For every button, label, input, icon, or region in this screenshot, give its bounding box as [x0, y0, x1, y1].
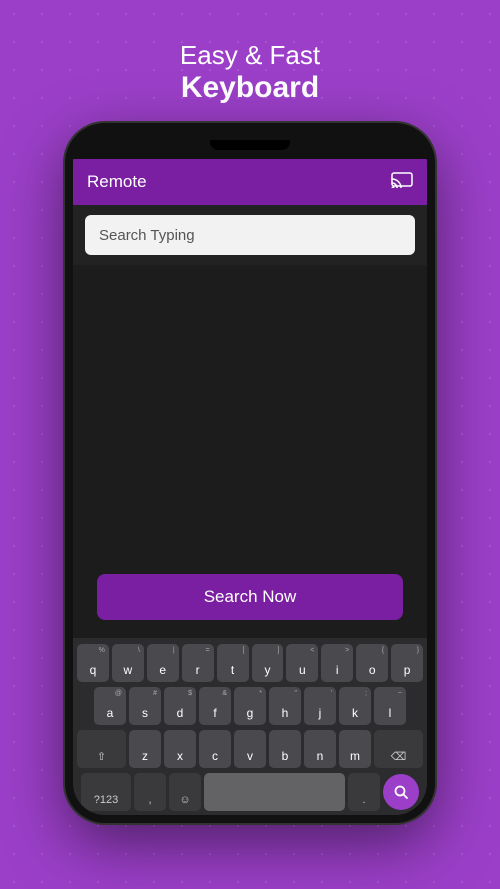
key-d[interactable]: $d: [164, 687, 196, 725]
key-comma[interactable]: ,: [134, 773, 166, 811]
keyboard-row-bottom: ?123 , ☺ .: [77, 773, 423, 811]
search-bar-area: Search Typing: [73, 205, 427, 265]
search-now-button[interactable]: Search Now: [97, 574, 403, 620]
app-bar-title: Remote: [87, 172, 147, 192]
key-z[interactable]: z: [129, 730, 161, 768]
key-period[interactable]: .: [348, 773, 380, 811]
key-search[interactable]: [383, 774, 419, 810]
main-content: [73, 265, 427, 574]
key-x[interactable]: x: [164, 730, 196, 768]
header-line2: Keyboard: [180, 71, 320, 105]
key-k[interactable]: ;k: [339, 687, 371, 725]
phone-frame: Remote Search Typing Search Now: [65, 123, 435, 823]
phone-notch-area: [73, 131, 427, 159]
keyboard-row-2: @a #s $d &f *g "h 'j ;k ~l: [77, 687, 423, 725]
search-input-text: Search Typing: [99, 227, 195, 244]
key-c[interactable]: c: [199, 730, 231, 768]
keyboard-row-3: ⇧ z x c v b n m ⌫: [77, 730, 423, 768]
keyboard: %q \w |e =r [t ]y <u >i {o }p @a #s $d &…: [73, 638, 427, 815]
search-input[interactable]: Search Typing: [85, 215, 415, 255]
key-backspace[interactable]: ⌫: [374, 730, 423, 768]
header: Easy & Fast Keyboard: [180, 40, 320, 105]
cast-icon[interactable]: [391, 170, 413, 194]
key-u[interactable]: <u: [286, 644, 318, 682]
key-123[interactable]: ?123: [81, 773, 131, 811]
key-y[interactable]: ]y: [252, 644, 284, 682]
key-t[interactable]: [t: [217, 644, 249, 682]
key-f[interactable]: &f: [199, 687, 231, 725]
key-shift[interactable]: ⇧: [77, 730, 126, 768]
key-e[interactable]: |e: [147, 644, 179, 682]
key-m[interactable]: m: [339, 730, 371, 768]
key-o[interactable]: {o: [356, 644, 388, 682]
key-g[interactable]: *g: [234, 687, 266, 725]
key-n[interactable]: n: [304, 730, 336, 768]
key-l[interactable]: ~l: [374, 687, 406, 725]
app-bar: Remote: [73, 159, 427, 205]
keyboard-row-1: %q \w |e =r [t ]y <u >i {o }p: [77, 644, 423, 682]
search-now-label: Search Now: [204, 587, 297, 607]
key-r[interactable]: =r: [182, 644, 214, 682]
key-a[interactable]: @a: [94, 687, 126, 725]
header-line1: Easy & Fast: [180, 40, 320, 71]
phone-notch: [210, 140, 290, 150]
key-w[interactable]: \w: [112, 644, 144, 682]
key-j[interactable]: 'j: [304, 687, 336, 725]
key-emoji[interactable]: ☺: [169, 773, 201, 811]
key-h[interactable]: "h: [269, 687, 301, 725]
key-i[interactable]: >i: [321, 644, 353, 682]
key-b[interactable]: b: [269, 730, 301, 768]
key-q[interactable]: %q: [77, 644, 109, 682]
key-s[interactable]: #s: [129, 687, 161, 725]
key-p[interactable]: }p: [391, 644, 423, 682]
key-space[interactable]: [204, 773, 345, 811]
key-v[interactable]: v: [234, 730, 266, 768]
